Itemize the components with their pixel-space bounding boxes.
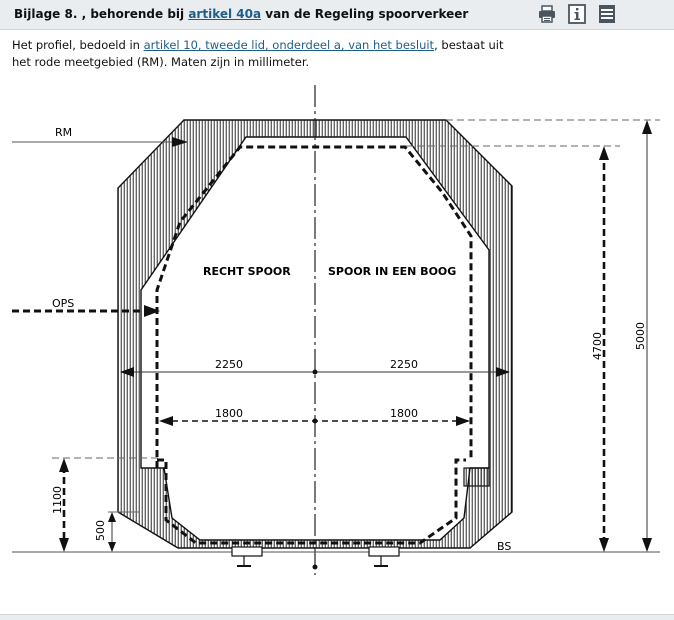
profile-diagram: RM OPS BS RECHT SPOOR SPOOR IN EEN BOOG … xyxy=(12,85,660,575)
rail-right xyxy=(368,546,400,567)
page-title: Bijlage 8. , behorende bij artikel 40a v… xyxy=(14,7,468,21)
bottom-bar xyxy=(0,614,674,620)
article-10-link[interactable]: artikel 10, tweede lid, onderdeel a, van… xyxy=(144,38,434,52)
dim-2250-left: 2250 xyxy=(215,358,243,371)
label-spoor-boog: SPOOR IN EEN BOOG xyxy=(328,265,456,278)
dim-1800-left: 1800 xyxy=(215,407,243,420)
label-bs: BS xyxy=(497,540,511,553)
label-rm: RM xyxy=(55,126,72,139)
dim-1800-right: 1800 xyxy=(390,407,418,420)
info-icon[interactable] xyxy=(566,4,588,24)
title-suffix: van de Regeling spoorverkeer xyxy=(261,7,469,21)
menu-icon[interactable] xyxy=(596,4,618,24)
dashed-bottom-profile xyxy=(157,458,466,545)
title-prefix: Bijlage 8. , behorende bij xyxy=(14,7,189,21)
page-header: Bijlage 8. , behorende bij artikel 40a v… xyxy=(0,0,674,30)
dim-2250-right: 2250 xyxy=(390,358,418,371)
label-recht-spoor: RECHT SPOOR xyxy=(203,265,291,278)
dim-5000: 5000 xyxy=(634,322,647,350)
article-40a-link[interactable]: artikel 40a xyxy=(188,7,261,21)
dim-1100: 1100 xyxy=(51,486,64,514)
label-ops: OPS xyxy=(52,297,74,310)
toolbar xyxy=(536,4,618,24)
intro-paragraph: Het profiel, bedoeld in artikel 10, twee… xyxy=(12,37,572,71)
print-icon[interactable] xyxy=(536,4,558,24)
dim-500: 500 xyxy=(94,520,107,541)
intro-text-2: , bestaat uit xyxy=(434,38,504,52)
intro-text-1: Het profiel, bedoeld in xyxy=(12,38,144,52)
dim-4700: 4700 xyxy=(591,332,604,360)
intro-text-3: het rode meetgebied (RM). Maten zijn in … xyxy=(12,55,310,69)
rail-left xyxy=(231,546,263,567)
